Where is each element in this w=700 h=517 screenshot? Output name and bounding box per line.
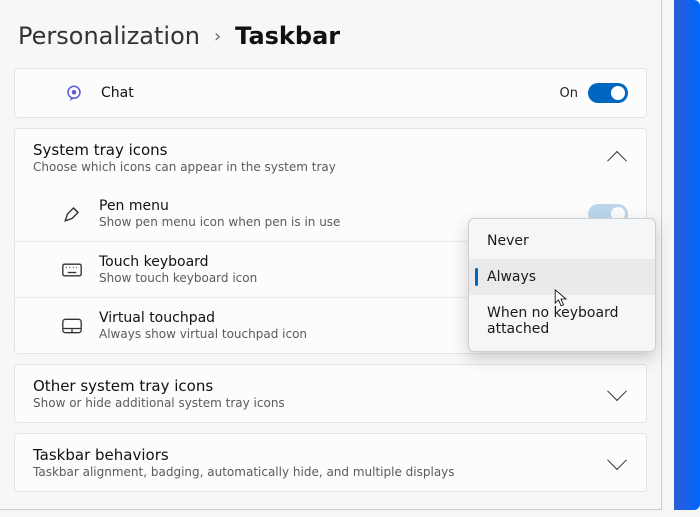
page-title: Taskbar <box>235 22 340 50</box>
system-tray-icons-header[interactable]: System tray icons Choose which icons can… <box>15 129 646 186</box>
section-title: System tray icons <box>33 141 592 159</box>
chat-toggle-status: On <box>560 86 578 101</box>
chat-toggle[interactable] <box>588 83 628 103</box>
chevron-down-icon <box>606 387 628 401</box>
chevron-right-icon: › <box>214 26 221 47</box>
chat-label: Chat <box>101 85 546 101</box>
chat-icon <box>61 84 87 102</box>
keyboard-icon <box>59 263 85 277</box>
taskbar-item-chat[interactable]: Chat On <box>14 68 647 118</box>
pen-icon <box>59 205 85 223</box>
touch-keyboard-dropdown: Never Always When no keyboard attached <box>468 218 656 352</box>
breadcrumb: Personalization › Taskbar <box>0 0 661 68</box>
other-title: Other system tray icons <box>33 377 592 395</box>
chevron-down-icon <box>606 456 628 470</box>
pen-menu-title: Pen menu <box>99 198 574 214</box>
section-subtitle: Choose which icons can appear in the sys… <box>33 160 592 174</box>
behaviors-subtitle: Taskbar alignment, badging, automaticall… <box>33 465 592 479</box>
other-system-tray-icons-section[interactable]: Other system tray icons Show or hide add… <box>14 364 647 423</box>
dropdown-option-never[interactable]: Never <box>469 223 655 259</box>
breadcrumb-parent[interactable]: Personalization <box>18 22 200 50</box>
dropdown-option-always[interactable]: Always <box>469 259 655 295</box>
other-subtitle: Show or hide additional system tray icon… <box>33 396 592 410</box>
dropdown-option-no-keyboard[interactable]: When no keyboard attached <box>469 295 655 347</box>
behaviors-title: Taskbar behaviors <box>33 446 592 464</box>
chevron-up-icon <box>606 151 628 165</box>
window-border-accent <box>674 0 700 510</box>
touchpad-icon <box>59 318 85 334</box>
taskbar-behaviors-section[interactable]: Taskbar behaviors Taskbar alignment, bad… <box>14 433 647 492</box>
